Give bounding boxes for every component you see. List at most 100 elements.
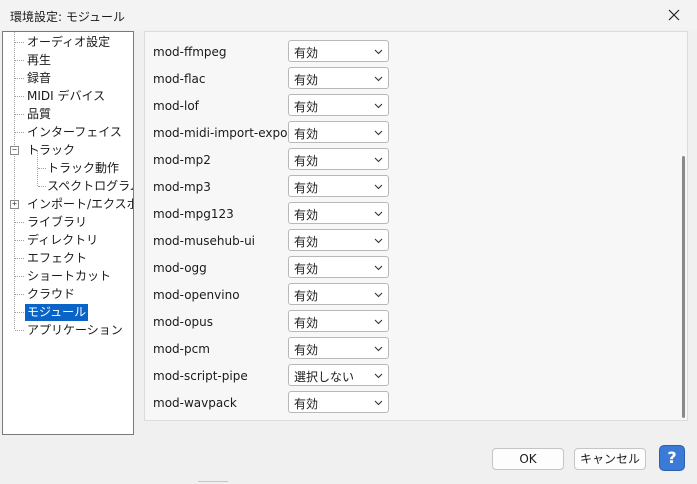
module-state-select[interactable]: 有効 <box>288 40 389 62</box>
chevron-down-icon <box>374 76 383 82</box>
module-state-select[interactable]: 有効 <box>288 94 389 116</box>
collapse-track-icon[interactable]: − <box>10 146 19 155</box>
module-name: mod-musehub-ui <box>153 234 256 248</box>
module-state-select[interactable]: 有効 <box>288 337 389 359</box>
module-row: mod-mp3 有効 <box>145 174 405 201</box>
module-row: mod-musehub-ui 有効 <box>145 228 405 255</box>
chevron-down-icon <box>374 346 383 352</box>
module-state-value: 有効 <box>294 46 319 60</box>
module-state-value: 有効 <box>294 73 319 87</box>
tree-item-recording[interactable]: 録音 <box>25 70 53 87</box>
tree-item-modules[interactable]: モジュール <box>25 304 89 321</box>
tree-item-directories[interactable]: ディレクトリ <box>25 232 100 249</box>
module-state-select[interactable]: 有効 <box>288 256 389 278</box>
chevron-down-icon <box>374 157 383 163</box>
module-state-value: 有効 <box>294 100 319 114</box>
module-name: mod-opus <box>153 315 214 329</box>
tree-item-interface[interactable]: インターフェイス <box>25 124 124 141</box>
module-name: mod-ffmpeg <box>153 45 227 59</box>
module-row: mod-flac 有効 <box>145 66 405 93</box>
chevron-down-icon <box>374 373 383 379</box>
tree-item-effects[interactable]: エフェクト <box>25 250 89 267</box>
module-state-value: 有効 <box>294 181 319 195</box>
module-state-select[interactable]: 有効 <box>288 391 389 413</box>
module-name: mod-mp2 <box>153 153 211 167</box>
divider <box>198 481 228 482</box>
tree-item-quality[interactable]: 品質 <box>25 106 53 123</box>
module-state-value: 有効 <box>294 262 319 276</box>
title-bar: 環境設定: モジュール <box>0 0 697 30</box>
chevron-down-icon <box>374 130 383 136</box>
chevron-down-icon <box>374 211 383 217</box>
chevron-down-icon <box>374 292 383 298</box>
chevron-down-icon <box>374 319 383 325</box>
module-row: mod-lof 有効 <box>145 93 405 120</box>
module-state-value: 有効 <box>294 397 319 411</box>
module-name: mod-lof <box>153 99 199 113</box>
module-state-select[interactable]: 有効 <box>288 67 389 89</box>
module-name: mod-ogg <box>153 261 207 275</box>
modules-scrollbar[interactable] <box>680 31 688 421</box>
close-button[interactable] <box>651 0 697 30</box>
chevron-down-icon <box>374 49 383 55</box>
chevron-down-icon <box>374 103 383 109</box>
module-row: mod-ffmpeg 有効 <box>145 39 405 66</box>
module-state-select[interactable]: 選択しない <box>288 364 389 386</box>
module-name: mod-midi-import-export <box>153 126 298 140</box>
close-icon <box>668 9 680 21</box>
tree-item-shortcuts[interactable]: ショートカット <box>25 268 113 285</box>
tree-item-application[interactable]: アプリケーション <box>25 322 125 339</box>
ok-button[interactable]: OK <box>492 448 564 470</box>
module-state-select[interactable]: 有効 <box>288 202 389 224</box>
tree-item-tracks[interactable]: トラック <box>25 142 77 159</box>
module-name: mod-pcm <box>153 342 210 356</box>
window-title: 環境設定: モジュール <box>10 10 126 24</box>
module-state-value: 有効 <box>294 316 319 330</box>
module-state-value: 選択しない <box>294 370 355 384</box>
tree-item-import-export[interactable]: インポート/エクスポート <box>25 196 133 213</box>
tree-item-libraries[interactable]: ライブラリ <box>25 214 89 231</box>
chevron-down-icon <box>374 265 383 271</box>
chevron-down-icon <box>374 238 383 244</box>
tree-connector <box>14 32 15 329</box>
module-name: mod-mp3 <box>153 180 211 194</box>
module-state-value: 有効 <box>294 343 319 357</box>
help-icon: ? <box>667 448 677 467</box>
module-name: mod-wavpack <box>153 396 237 410</box>
expand-import-export-icon[interactable]: + <box>10 200 19 209</box>
module-state-value: 有効 <box>294 127 319 141</box>
module-name: mod-flac <box>153 72 206 86</box>
cancel-button[interactable]: キャンセル <box>574 448 646 470</box>
scrollbar-thumb[interactable] <box>682 156 685 418</box>
tree-item-track-behaviors[interactable]: トラック動作 <box>45 160 121 177</box>
module-name: mod-openvino <box>153 288 240 302</box>
tree-item-audio-settings[interactable]: オーディオ設定 <box>25 34 112 51</box>
tree-item-midi-devices[interactable]: MIDI デバイス <box>25 88 107 105</box>
module-state-value: 有効 <box>294 235 319 249</box>
module-name: mod-mpg123 <box>153 207 234 221</box>
module-state-value: 有効 <box>294 154 319 168</box>
module-state-select[interactable]: 有効 <box>288 283 389 305</box>
module-state-select[interactable]: 有効 <box>288 310 389 332</box>
module-state-value: 有効 <box>294 208 319 222</box>
module-state-select[interactable]: 有効 <box>288 229 389 251</box>
module-state-select[interactable]: 有効 <box>288 121 389 143</box>
module-row: mod-openvino 有効 <box>145 282 405 309</box>
module-row: mod-opus 有効 <box>145 309 405 336</box>
tree-item-playback[interactable]: 再生 <box>25 52 53 69</box>
module-state-select[interactable]: 有効 <box>288 148 389 170</box>
module-state-select[interactable]: 有効 <box>288 175 389 197</box>
module-row: mod-ogg 有効 <box>145 255 405 282</box>
category-tree[interactable]: − + オーディオ設定 再生 録音 MIDI デバイス 品質 インターフェイス … <box>2 31 134 435</box>
module-row: mod-pcm 有効 <box>145 336 405 363</box>
module-row: mod-mpg123 有効 <box>145 201 405 228</box>
help-button[interactable]: ? <box>659 445 685 471</box>
chevron-down-icon <box>374 400 383 406</box>
module-row: mod-mp2 有効 <box>145 147 405 174</box>
tree-item-cloud[interactable]: クラウド <box>25 286 77 303</box>
modules-panel: mod-ffmpeg 有効 mod-flac 有効 mod-lof 有効 mod… <box>144 31 688 421</box>
tree-item-spectrogram[interactable]: スペクトログラム <box>45 178 133 195</box>
module-row: mod-script-pipe 選択しない <box>145 363 405 390</box>
module-state-value: 有効 <box>294 289 319 303</box>
module-name: mod-script-pipe <box>153 369 248 383</box>
